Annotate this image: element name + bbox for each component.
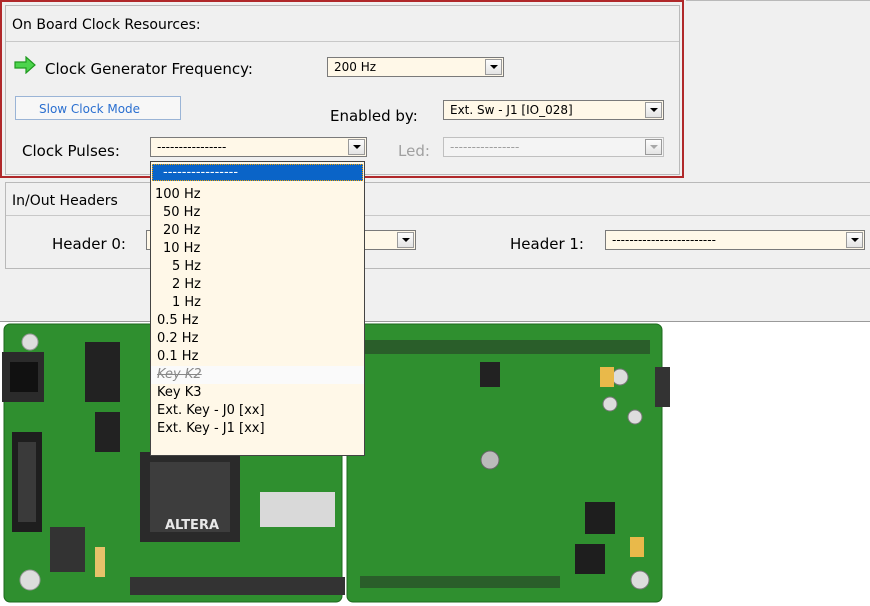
clock-group-title: On Board Clock Resources: bbox=[12, 17, 201, 33]
io-group-title: In/Out Headers bbox=[12, 193, 118, 209]
clock-pulses-label: Clock Pulses: bbox=[22, 142, 120, 160]
chevron-down-icon[interactable] bbox=[397, 232, 414, 248]
chevron-down-icon[interactable] bbox=[348, 139, 365, 155]
enabled-by-value: Ext. Sw - J1 [IO_028] bbox=[450, 103, 573, 117]
io-title-divider bbox=[6, 215, 870, 216]
header1-label: Header 1: bbox=[510, 235, 584, 253]
dropdown-option[interactable]: 50 Hz bbox=[151, 204, 364, 222]
dropdown-option[interactable]: 0.2 Hz bbox=[151, 330, 364, 348]
altera-logo: ALTERA bbox=[165, 518, 219, 533]
io-headers-group: In/Out Headers bbox=[5, 182, 870, 269]
clock-frequency-label: Clock Generator Frequency: bbox=[45, 60, 253, 78]
enabled-by-label: Enabled by: bbox=[330, 107, 418, 125]
dropdown-option[interactable]: 0.5 Hz bbox=[151, 312, 364, 330]
dropdown-option[interactable]: Ext. Key - J1 [xx] bbox=[151, 420, 364, 438]
led-value: ---------------- bbox=[450, 140, 520, 154]
header1-select[interactable]: ------------------------ bbox=[605, 230, 865, 250]
dropdown-option[interactable]: Key K3 bbox=[151, 384, 364, 402]
slow-clock-mode-button[interactable]: Slow Clock Mode bbox=[15, 96, 181, 120]
chevron-down-icon bbox=[645, 139, 662, 155]
top-right-divider bbox=[686, 0, 870, 1]
dropdown-option[interactable]: 20 Hz bbox=[151, 222, 364, 240]
header0-label: Header 0: bbox=[52, 235, 126, 253]
clock-pulses-dropdown-list[interactable]: ---------------- 100 Hz 50 Hz 20 Hz 10 H… bbox=[150, 161, 365, 456]
led-label: Led: bbox=[398, 142, 430, 160]
dropdown-option[interactable]: 100 Hz bbox=[151, 186, 364, 204]
dropdown-option[interactable]: 0.1 Hz bbox=[151, 348, 364, 366]
arrow-right-icon bbox=[14, 56, 36, 74]
chevron-down-icon[interactable] bbox=[645, 102, 662, 118]
clock-frequency-select[interactable]: 200 Hz bbox=[327, 57, 504, 77]
dropdown-option-disabled: Key K2 bbox=[151, 366, 364, 384]
dropdown-option[interactable]: ---------------- bbox=[152, 164, 363, 181]
header1-value: ------------------------ bbox=[612, 233, 716, 247]
clock-frequency-value: 200 Hz bbox=[334, 60, 377, 74]
clock-pulses-select[interactable]: ---------------- bbox=[150, 137, 367, 157]
chevron-down-icon[interactable] bbox=[846, 232, 863, 248]
enabled-by-select[interactable]: Ext. Sw - J1 [IO_028] bbox=[443, 100, 664, 120]
dropdown-option[interactable]: 1 Hz bbox=[151, 294, 364, 312]
led-select: ---------------- bbox=[443, 137, 664, 157]
dropdown-option[interactable]: 10 Hz bbox=[151, 240, 364, 258]
slow-clock-mode-label: Slow Clock Mode bbox=[39, 102, 141, 116]
dropdown-option[interactable]: 2 Hz bbox=[151, 276, 364, 294]
clock-pulses-value: ---------------- bbox=[157, 140, 227, 154]
group-title-divider bbox=[6, 41, 679, 42]
dropdown-option[interactable]: 5 Hz bbox=[151, 258, 364, 276]
board-image-right bbox=[345, 322, 670, 606]
chevron-down-icon[interactable] bbox=[485, 59, 502, 75]
dropdown-option[interactable]: Ext. Key - J0 [xx] bbox=[151, 402, 364, 420]
